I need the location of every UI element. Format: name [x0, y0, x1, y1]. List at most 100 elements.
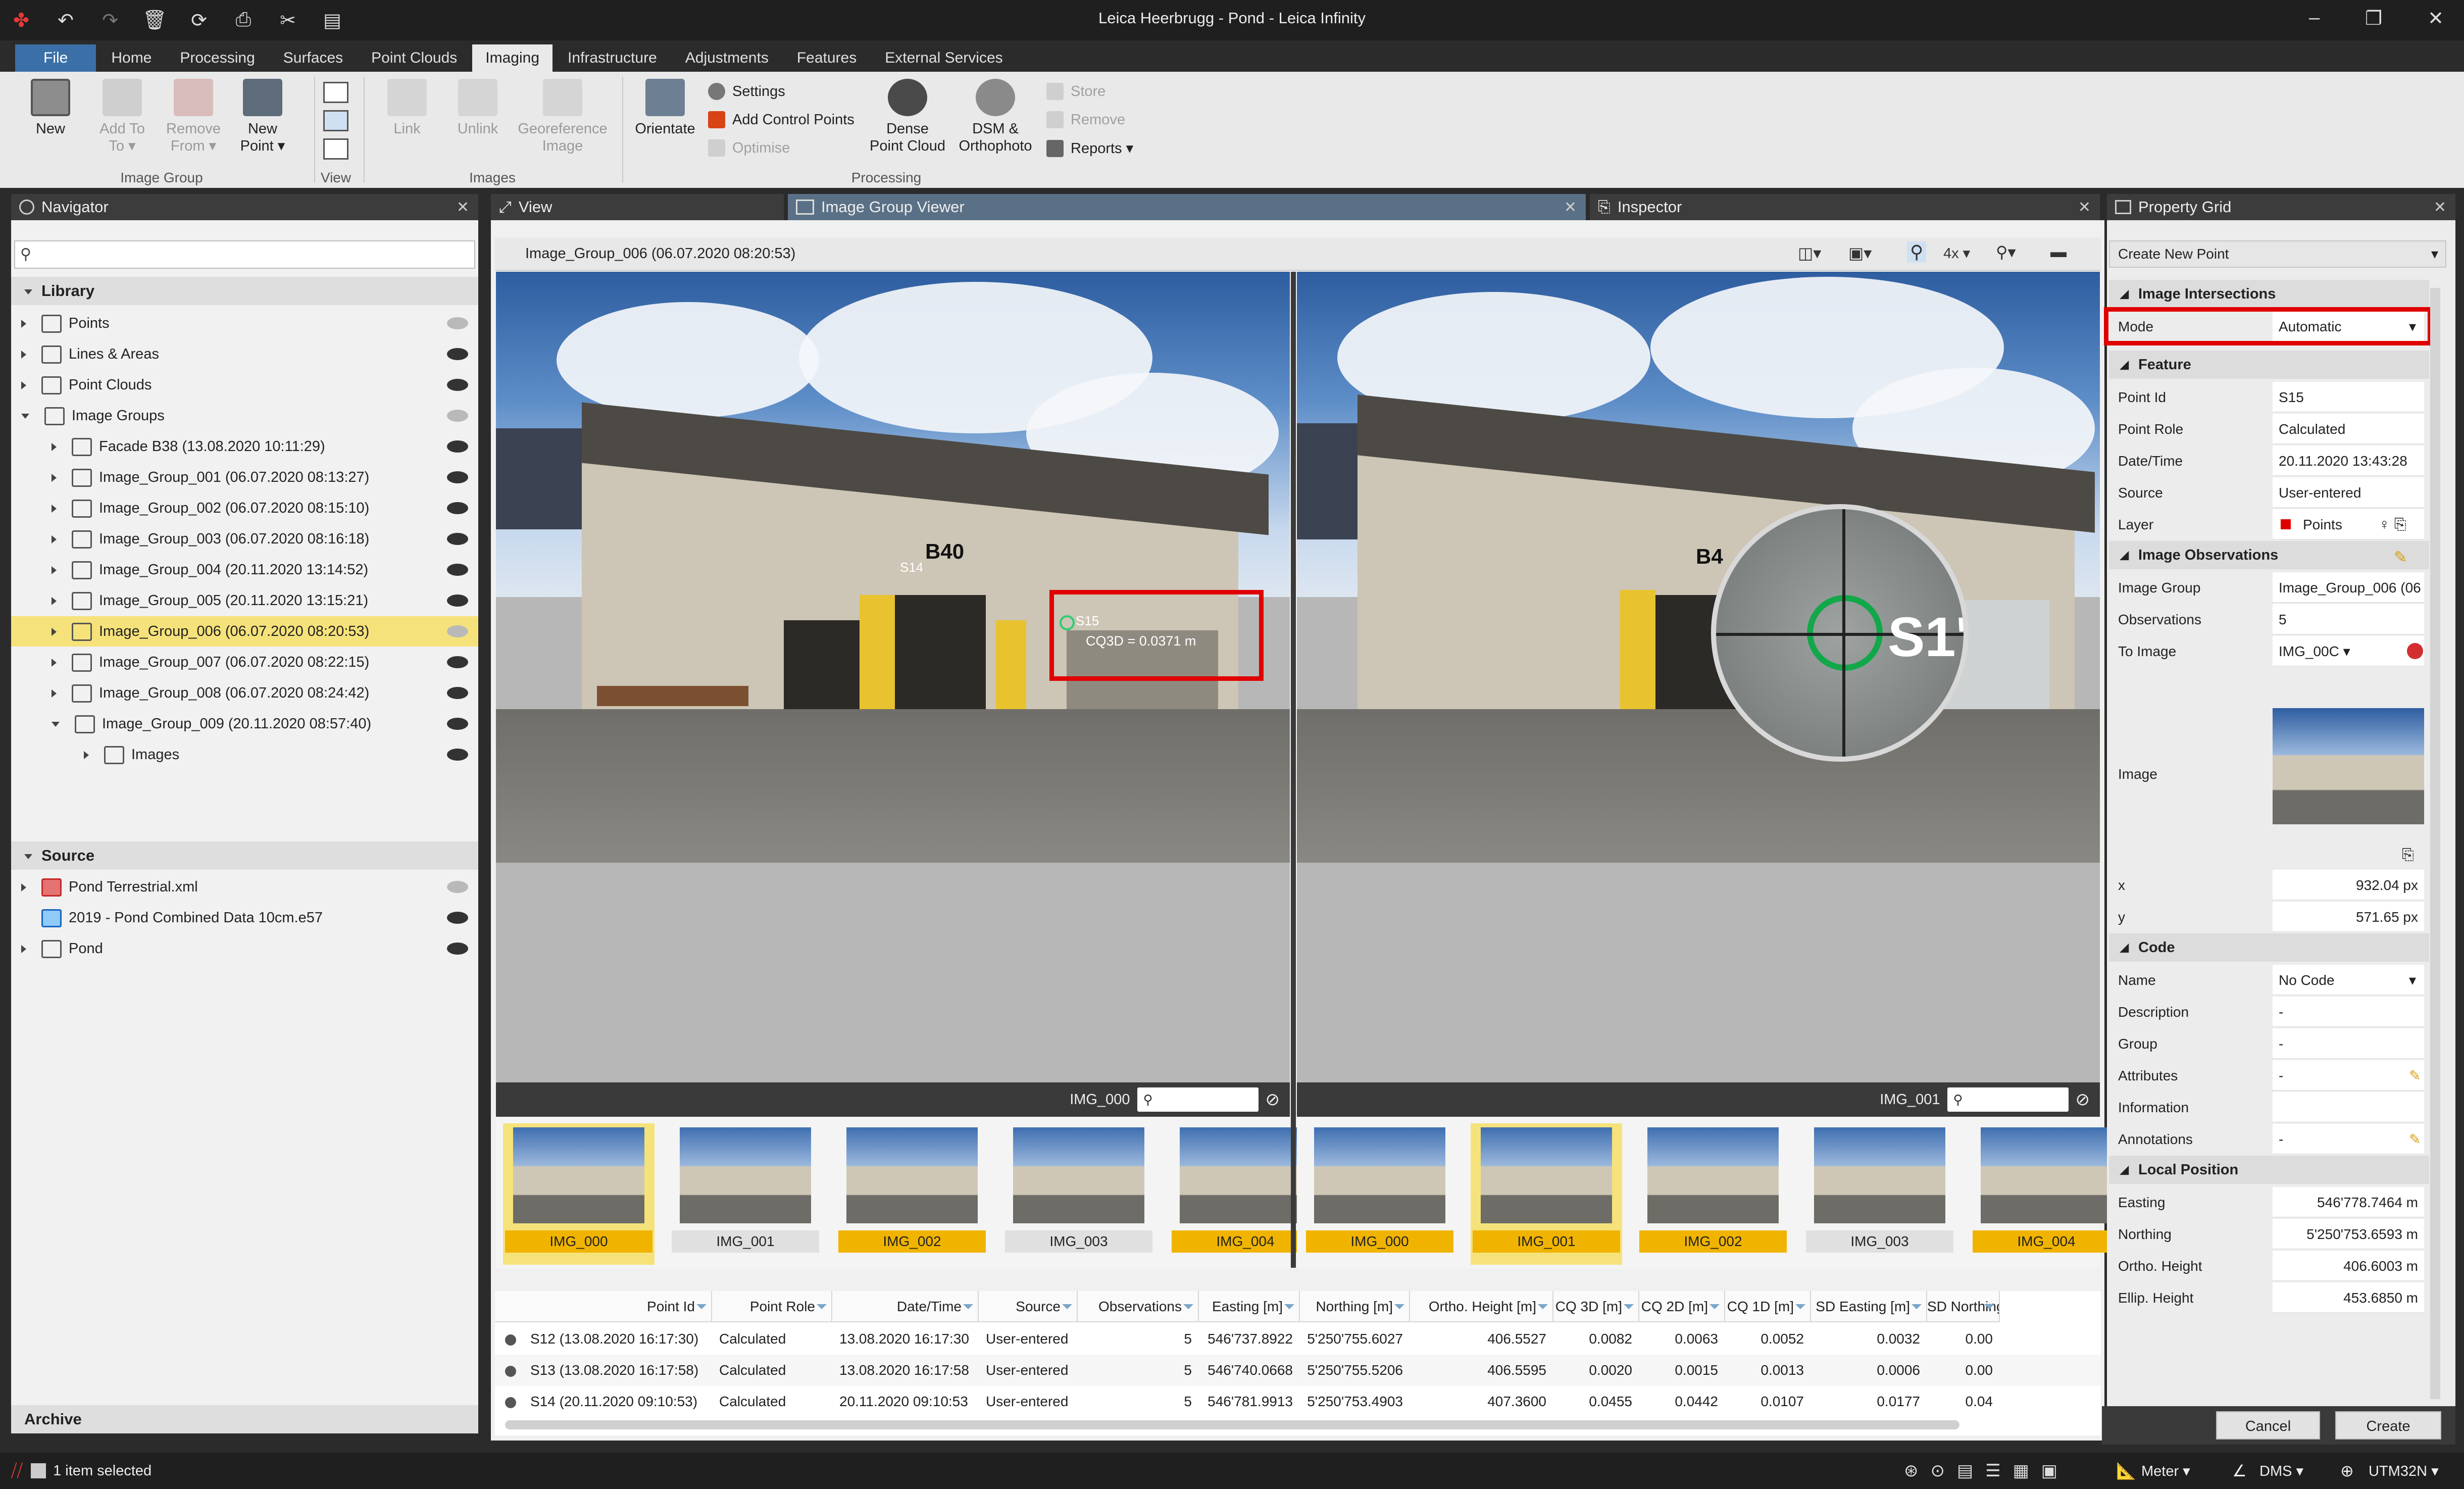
tab-view[interactable]: ⤢ View	[491, 194, 784, 220]
dsm-orthophoto-button[interactable]: DSM & Orthophoto	[952, 79, 1038, 155]
column-header[interactable]: Easting [m] ⏷	[1199, 1291, 1300, 1322]
visibility-eye-icon[interactable]	[447, 912, 468, 924]
tab-processing[interactable]: Processing	[167, 44, 268, 72]
visibility-eye-icon[interactable]	[447, 749, 468, 761]
section-header[interactable]: ◢ Feature	[2109, 351, 2429, 379]
collapse-icon[interactable]: ◢	[2120, 1156, 2129, 1184]
collapse-icon[interactable]: ◢	[2120, 280, 2129, 308]
compass-icon[interactable]: ⊘	[2076, 1089, 2090, 1110]
visibility-eye-icon[interactable]	[447, 942, 468, 955]
property-grid-scrollbar[interactable]	[2430, 288, 2440, 1399]
crs-dropdown[interactable]: UTM32N ▾	[2369, 1462, 2439, 1480]
library-section-header[interactable]: Library	[11, 277, 478, 305]
image-thumbnail[interactable]: IMG_002	[1637, 1123, 1789, 1265]
visibility-eye-icon[interactable]	[447, 625, 468, 637]
new-point-button[interactable]: New Point ▾	[232, 79, 293, 155]
chevron-right-icon[interactable]	[52, 443, 57, 452]
column-header[interactable]: Ortho. Height [m] ⏷	[1410, 1291, 1553, 1322]
chevron-right-icon[interactable]	[52, 659, 57, 667]
chevron-right-icon[interactable]	[52, 689, 57, 698]
feature-row[interactable]: Source User-entered	[2111, 477, 2429, 509]
optimise-button[interactable]: Optimise	[708, 139, 790, 157]
library-item[interactable]: Image_Group_009 (20.11.2020 08:57:40)	[11, 709, 478, 739]
remove-from-button[interactable]: Remove From ▾	[161, 79, 226, 155]
sync-icon[interactable]: ⟳	[187, 9, 211, 32]
visibility-eye-icon[interactable]	[447, 718, 468, 730]
column-header[interactable]: Point Role ⏷	[712, 1291, 832, 1322]
tab-file[interactable]: File	[15, 44, 96, 72]
tab-home[interactable]: Home	[98, 44, 165, 72]
remove-button[interactable]: Remove	[1046, 111, 1125, 128]
delete-icon[interactable]: 🗑	[142, 9, 167, 32]
column-header[interactable]: CQ 2D [m] ⏷	[1639, 1291, 1725, 1322]
layout-dropdown-icon[interactable]: ◫▾	[1798, 243, 1821, 263]
visibility-eye-icon[interactable]	[447, 440, 468, 453]
collapse-icon[interactable]: ◢	[2120, 541, 2129, 569]
link-button[interactable]: Link	[377, 79, 437, 137]
tab-infrastructure[interactable]: Infrastructure	[555, 44, 670, 72]
filter-icon[interactable]: ⏷	[816, 1291, 827, 1321]
tab-point-clouds[interactable]: Point Clouds	[358, 44, 470, 72]
panel-toggle-icon[interactable]: ▬	[2050, 242, 2067, 261]
feature-row[interactable]: Date/Time 20.11.2020 13:43:28	[2111, 445, 2429, 477]
column-header[interactable]: Point Id ⏷	[495, 1291, 712, 1322]
chevron-right-icon[interactable]	[21, 320, 26, 328]
library-item[interactable]: Image Groups	[11, 401, 478, 431]
unlink-button[interactable]: Unlink	[447, 79, 508, 137]
tab-features[interactable]: Features	[784, 44, 870, 72]
create-new-point-dropdown[interactable]: Create New Point ▾	[2109, 240, 2446, 268]
close-icon[interactable]: ✕	[2434, 198, 2446, 216]
section-header[interactable]: ◢ Code	[2109, 933, 2429, 962]
library-item[interactable]: Lines & Areas	[11, 339, 478, 369]
visibility-eye-icon[interactable]	[447, 348, 468, 360]
filter-icon[interactable]: ⏷	[1284, 1291, 1295, 1321]
source-item[interactable]: Pond Terrestrial.xml	[11, 872, 478, 902]
tab-image-group-viewer[interactable]: Image Group Viewer ✕	[788, 194, 1586, 220]
library-item[interactable]: Point Clouds	[11, 370, 478, 400]
feature-row[interactable]: Layer Points ♀ ⎘	[2111, 509, 2429, 540]
library-item[interactable]: Image_Group_005 (20.11.2020 13:15:21)	[11, 585, 478, 616]
chevron-right-icon[interactable]	[21, 351, 26, 359]
library-item[interactable]: Images	[11, 739, 478, 770]
filter-icon[interactable]: ⏷	[1984, 1291, 1995, 1321]
settings-button[interactable]: Settings	[708, 83, 785, 100]
code-row[interactable]: Attributes - ✎	[2111, 1060, 2429, 1091]
library-item[interactable]: Image_Group_007 (06.07.2020 08:22:15)	[11, 647, 478, 677]
filter-icon[interactable]: ⏷	[1062, 1291, 1073, 1321]
section-header[interactable]: ◢ Image Observations	[2109, 541, 2429, 569]
chevron-right-icon[interactable]	[52, 474, 57, 482]
tab-external-services[interactable]: External Services	[872, 44, 1016, 72]
new-image-group-button[interactable]: New	[20, 79, 81, 137]
section-header[interactable]: ◢ Image Intersections	[2109, 280, 2429, 308]
library-item[interactable]: Image_Group_002 (06.07.2020 08:15:10)	[11, 493, 478, 523]
edit-pencil-icon[interactable]: ✎	[2409, 1060, 2421, 1091]
chevron-down-icon[interactable]	[52, 722, 60, 727]
close-icon[interactable]: ✕	[2078, 198, 2091, 216]
right-image-view[interactable]: B4 S1'	[1297, 272, 2100, 1082]
filter-icon[interactable]: ⏷	[1394, 1291, 1405, 1321]
column-header[interactable]: Source ⏷	[979, 1291, 1078, 1322]
save-icon[interactable]: ⎙	[231, 9, 256, 32]
library-item[interactable]: Image_Group_006 (06.07.2020 08:20:53)	[11, 616, 478, 647]
image-settings-icon[interactable]: ▣▾	[1848, 243, 1872, 263]
visibility-eye-icon[interactable]	[447, 471, 468, 483]
magnifier-loupe[interactable]: S1'	[1711, 504, 1969, 762]
grid-view-icon[interactable]	[323, 138, 348, 160]
chevron-right-icon[interactable]	[52, 566, 57, 575]
add-control-points-button[interactable]: Add Control Points	[708, 111, 854, 128]
tab-inspector[interactable]: ⎘ Inspector ✕	[1590, 194, 2100, 220]
filter-icon[interactable]: ⏷	[1795, 1291, 1806, 1321]
image-thumbnail[interactable]: IMG_002	[836, 1123, 988, 1265]
feature-row[interactable]: Point Id S15	[2111, 382, 2429, 413]
source-item[interactable]: 2019 - Pond Combined Data 10cm.e57	[11, 903, 478, 933]
collapse-icon[interactable]: ◢	[2120, 933, 2129, 962]
feature-row[interactable]: Point Role Calculated	[2111, 414, 2429, 445]
left-image-search[interactable]: ⚲	[1137, 1087, 1259, 1112]
table-row[interactable]: S14 (20.11.2020 09:10:53) Calculated 20.11…	[495, 1386, 2101, 1417]
split-view-icon[interactable]	[323, 110, 348, 131]
code-row[interactable]: Information	[2111, 1092, 2429, 1123]
filter-icon[interactable]: ⏷	[1183, 1291, 1194, 1321]
collapse-icon[interactable]: ◢	[2120, 351, 2129, 379]
archive-section-header[interactable]: Archive	[11, 1405, 478, 1433]
right-image-search[interactable]: ⚲	[1947, 1087, 2069, 1112]
